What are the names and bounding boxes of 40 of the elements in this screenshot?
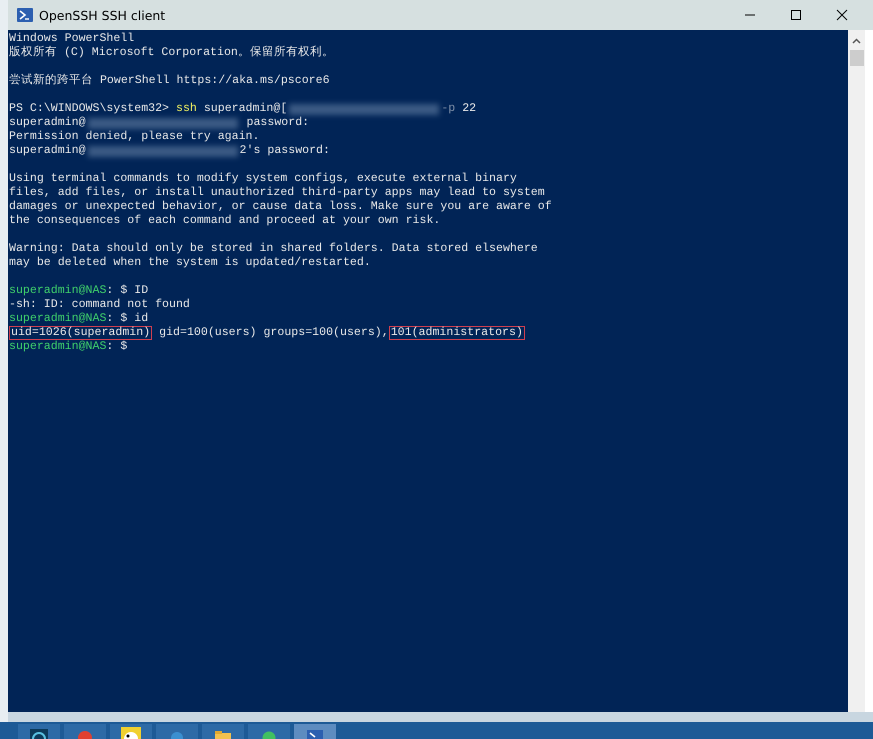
terminal-text: gid=100(users) groups=100(users), [158,326,389,340]
terminal-text: : $ ID [106,284,148,298]
terminal-text: : $ [106,340,128,354]
terminal-text: 尝试新的跨平台 PowerShell https://aka.ms/pscore6 [9,74,330,88]
terminal-text: superadmin@ [9,144,86,158]
taskbar-button[interactable] [110,724,152,739]
taskbar-button[interactable] [18,724,60,739]
terminal-text: damages or unexpected behavior, or cause data loss. Make sure you are aware of [9,200,552,214]
terminal-text: -p [441,102,456,116]
terminal-text: the consequences of each command and proceed at your own risk. [9,214,440,228]
prompt-text: superadmin@NAS [9,284,106,298]
maximize-icon [790,9,802,21]
scroll-thumb[interactable] [850,50,864,66]
terminal-text: PS C:\WINDOWS\system32> [9,102,170,116]
command-text: ssh [176,102,197,116]
close-icon [836,9,848,21]
window-title: OpenSSH SSH client [39,8,166,22]
terminal-text: superadmin@ [9,116,86,130]
terminal-text: files, add files, or install unauthorized third-party apps may lead to system [9,186,545,200]
taskbar-button[interactable] [248,724,290,739]
terminal-text: Windows PowerShell [9,32,134,46]
folder-icon [215,731,231,739]
terminal-text: 22 [461,102,476,116]
scroll-up-icon[interactable] [852,38,861,44]
terminal-text: Permission denied, please try again. [9,130,260,144]
terminal-text: 版权所有 (C) Microsoft Corporation。保留所有权利。 [9,46,334,60]
prompt-text: superadmin@NAS [9,312,106,326]
taskbar-button[interactable] [202,724,244,739]
terminal-text: -sh: ID: command not found [9,298,190,312]
highlighted-output: 101(administrators) [388,326,525,340]
highlighted-output: uid=1026(superadmin) [9,326,152,340]
disc-icon [30,729,48,739]
terminal-text: superadmin@[ [202,102,288,116]
terminal-text: : $ id [106,312,148,326]
terminal-text: Using terminal commands to modify system configs, execute external binary [9,172,517,186]
terminal-text: may be deleted when the system is updated/restarted. [9,256,371,270]
terminal-text: Warning: Data should only be stored in shared folders. Data stored elsewhere [9,242,538,256]
prompt-text: superadmin@NAS [9,340,106,354]
terminal-text: password: [245,116,310,130]
terminal-text: 2's password: [240,144,330,158]
